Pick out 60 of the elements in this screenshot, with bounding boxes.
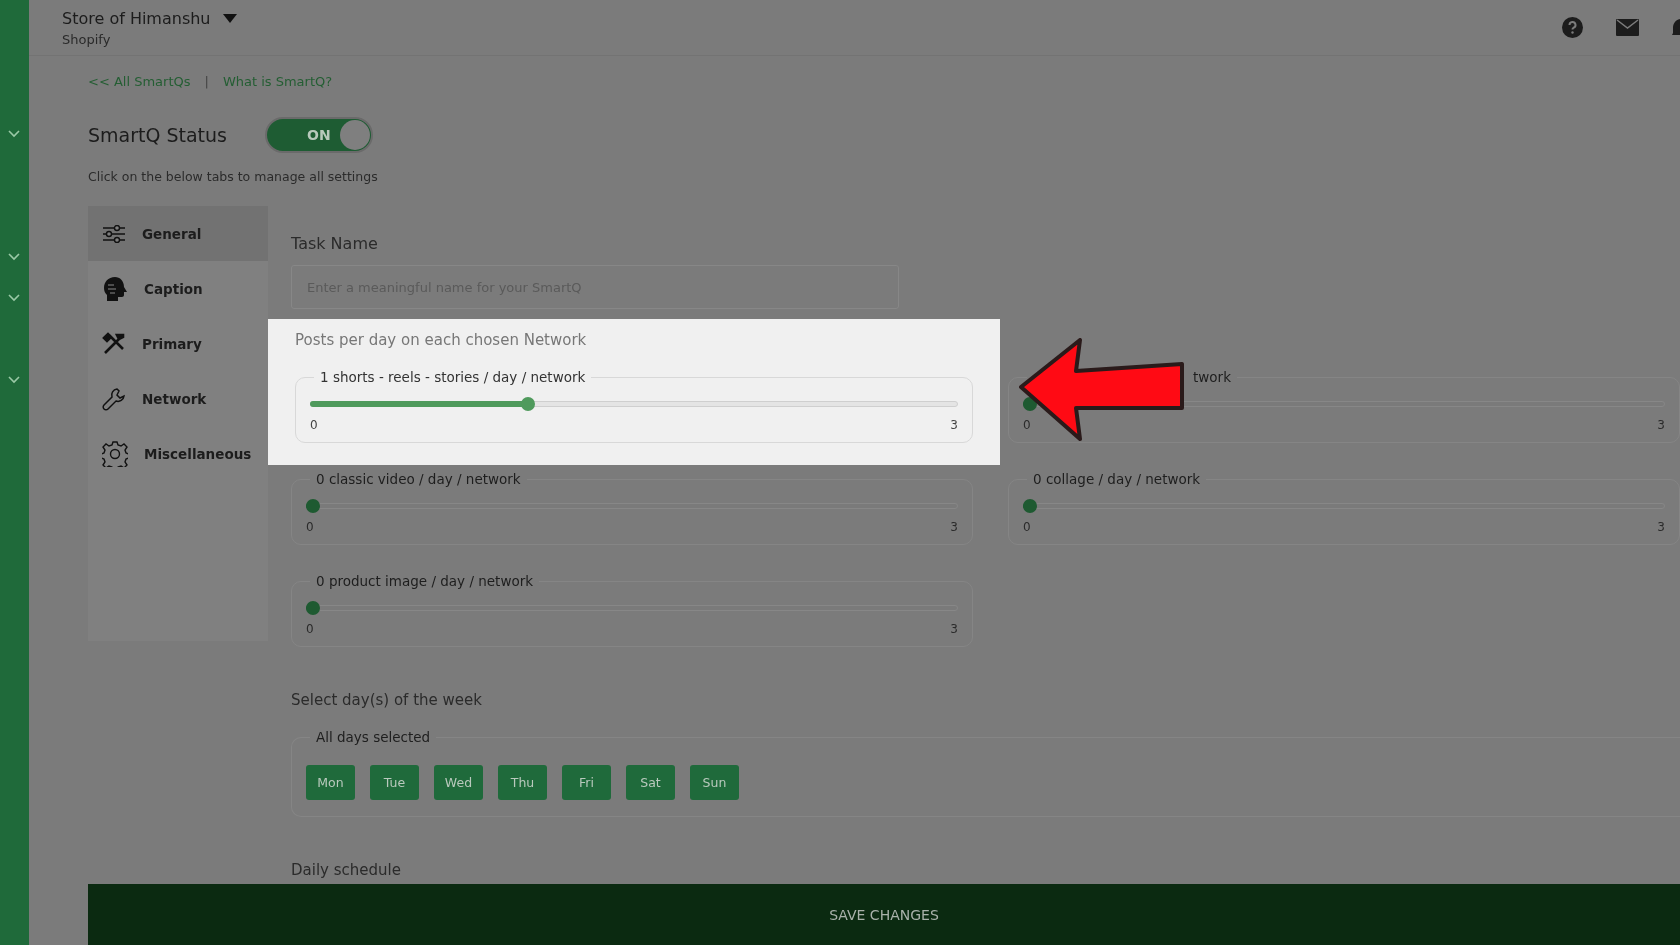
slider-max: 3: [1657, 418, 1665, 432]
status-toggle[interactable]: ON: [265, 117, 373, 153]
slider-track[interactable]: [310, 397, 958, 411]
save-changes-button[interactable]: SAVE CHANGES: [88, 884, 1680, 945]
slider-track[interactable]: [1023, 499, 1665, 513]
menu-tab[interactable]: Primary: [88, 316, 268, 371]
day-button[interactable]: Sun: [690, 765, 739, 800]
menu-tab[interactable]: Caption: [88, 261, 268, 316]
day-button[interactable]: Fri: [562, 765, 611, 800]
sliders-icon: [102, 224, 126, 243]
chevron-down-icon[interactable]: [8, 294, 20, 302]
day-button[interactable]: Tue: [370, 765, 419, 800]
slider-max: 3: [950, 418, 958, 432]
menu-tab[interactable]: General: [88, 206, 268, 261]
slider-thumb[interactable]: [306, 499, 320, 513]
slider-max: 3: [950, 622, 958, 636]
slider-track[interactable]: [306, 601, 958, 615]
chevron-down-icon[interactable]: [8, 253, 20, 261]
hint-text: Click on the below tabs to manage all settings: [88, 169, 379, 184]
posts-title: Posts per day on each chosen Network: [295, 331, 588, 349]
wrench-icon: [102, 386, 126, 411]
slider-thumb[interactable]: [306, 601, 320, 615]
menu-tab[interactable]: Network: [88, 371, 268, 426]
slider-max: 3: [950, 520, 958, 534]
help-icon[interactable]: [1562, 17, 1583, 38]
days-legend: All days selected: [310, 729, 437, 745]
slider-label: 0 classic video / day / network: [315, 471, 522, 487]
task-name-label: Task Name: [291, 234, 379, 253]
tools-icon: [102, 331, 126, 356]
bell-icon[interactable]: [1672, 17, 1680, 38]
gear-icon: [102, 440, 128, 467]
daily-schedule-title: Daily schedule: [291, 861, 402, 879]
head-icon: [102, 275, 128, 302]
mail-icon[interactable]: [1616, 19, 1639, 36]
slider-min: 0: [306, 520, 314, 534]
slider-thumb[interactable]: [1023, 499, 1037, 513]
slider-track[interactable]: [306, 499, 958, 513]
slider-label: 1 shorts - reels - stories / day / network: [319, 369, 587, 385]
day-button[interactable]: Thu: [498, 765, 547, 800]
slider-max: 3: [1657, 520, 1665, 534]
chevron-down-icon[interactable]: [8, 376, 20, 384]
slider-min: 0: [306, 622, 314, 636]
slider-label: 0 collage / day / network: [1032, 471, 1202, 487]
slider-min: 0: [1023, 520, 1031, 534]
link-separator: |: [204, 74, 209, 89]
slider-label: twork: [1193, 369, 1231, 385]
chevron-down-icon[interactable]: [8, 130, 20, 138]
days-title: Select day(s) of the week: [291, 691, 483, 709]
slider-thumb[interactable]: [521, 397, 536, 411]
store-name[interactable]: Store of Himanshu: [62, 9, 211, 28]
slider-min: 0: [1023, 418, 1031, 432]
platform-label: Shopify: [62, 32, 112, 47]
slider-min: 0: [310, 418, 318, 432]
day-button[interactable]: Wed: [434, 765, 483, 800]
day-button[interactable]: Sat: [626, 765, 675, 800]
dropdown-caret-icon[interactable]: [222, 14, 237, 23]
menu-tab[interactable]: Miscellaneous: [88, 426, 268, 481]
status-label: SmartQ Status: [88, 124, 227, 146]
slider-label: 0 product image / day / network: [315, 573, 535, 589]
day-button[interactable]: Mon: [306, 765, 355, 800]
